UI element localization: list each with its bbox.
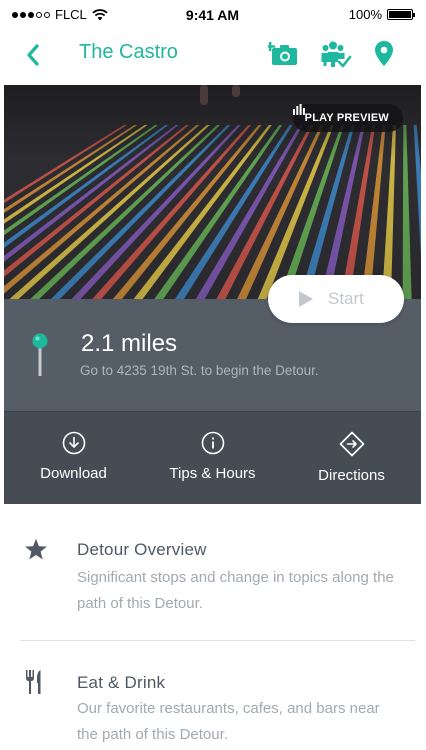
download-label: Download xyxy=(40,465,107,482)
action-bar: Download Tips & Hours Directions xyxy=(4,411,421,504)
start-button[interactable]: Start xyxy=(268,275,404,323)
battery-percent: 100% xyxy=(348,7,382,22)
hero-image: PLAY PREVIEW xyxy=(4,85,421,299)
navigation-bar: The Castro xyxy=(4,30,421,86)
app-screen: FLCL 9:41 AM 100% The Castro PLAY PREVIE… xyxy=(4,0,421,750)
location-pin-icon xyxy=(375,41,393,66)
tips-hours-label: Tips & Hours xyxy=(169,465,256,482)
play-icon xyxy=(299,291,313,307)
map-pin-icon xyxy=(32,333,48,376)
camera-add-icon xyxy=(266,42,297,65)
battery-icon xyxy=(387,9,415,20)
tips-hours-button[interactable]: Tips & Hours xyxy=(143,412,282,504)
map-button[interactable] xyxy=(372,40,404,68)
page-title: The Castro xyxy=(79,41,178,63)
status-bar: FLCL 9:41 AM 100% xyxy=(4,0,421,30)
start-label: Start xyxy=(328,289,364,308)
directions-label: Directions xyxy=(318,467,385,484)
play-preview-label: PLAY PREVIEW xyxy=(304,112,389,124)
add-photo-button[interactable] xyxy=(266,40,300,68)
info-icon xyxy=(201,431,224,455)
directions-button[interactable]: Directions xyxy=(282,412,421,504)
list-item-detour-overview[interactable]: Detour Overview Significant stops and ch… xyxy=(4,504,421,641)
download-icon xyxy=(62,431,85,455)
list-item-description: Significant stops and change in topics a… xyxy=(77,569,394,612)
chevron-left-icon xyxy=(27,44,39,66)
fork-knife-icon xyxy=(26,670,41,694)
directions-icon xyxy=(339,431,364,457)
route-instruction: Go to 4235 19th St. to begin the Detour. xyxy=(80,363,319,378)
list-item-title: Detour Overview xyxy=(77,540,207,559)
star-icon xyxy=(25,538,47,560)
list-item-description: Our favorite restaurants, cafes, and bar… xyxy=(77,700,380,743)
list-item-eat-drink[interactable]: Eat & Drink Our favorite restaurants, ca… xyxy=(4,641,421,750)
download-button[interactable]: Download xyxy=(4,412,143,504)
check-in-button[interactable] xyxy=(320,40,352,68)
route-distance: 2.1 miles xyxy=(81,330,178,357)
back-button[interactable] xyxy=(20,40,48,70)
list-item-title: Eat & Drink xyxy=(77,673,166,692)
audio-bars-icon xyxy=(292,104,305,115)
group-check-icon xyxy=(321,41,352,68)
battery-group: 100% xyxy=(348,7,415,22)
play-preview-button[interactable]: PLAY PREVIEW xyxy=(292,104,403,132)
